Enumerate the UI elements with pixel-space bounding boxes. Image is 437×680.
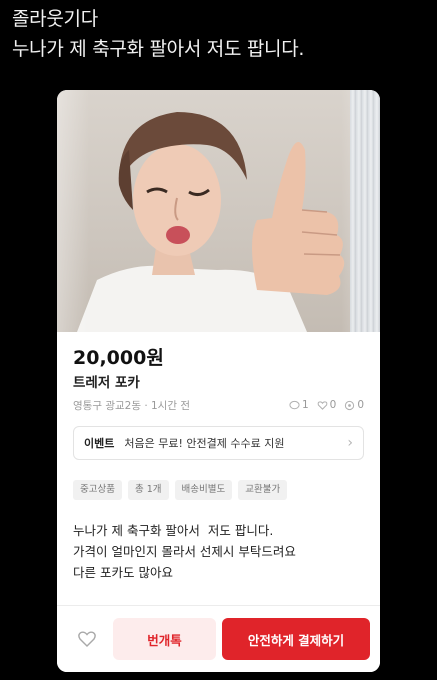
like-count-value: 0 <box>329 399 337 411</box>
like-count: 0 <box>317 399 337 411</box>
heart-small-icon <box>317 400 327 410</box>
photocard-sleeve-shine <box>57 90 380 332</box>
listing-meta: 영통구 광교2동 · 1시간 전 1 0 0 <box>73 394 364 416</box>
listing-info: 20,000원 트레저 포카 영통구 광교2동 · 1시간 전 1 0 0 이벤… <box>57 344 380 583</box>
chat-button[interactable]: 번개톡 <box>113 618 216 660</box>
listing-price: 20,000원 <box>73 347 164 369</box>
post-caption: 졸라웃기다 누나가 제 축구화 팔아서 저도 팝니다. <box>12 4 304 64</box>
listing-stats: 1 0 0 <box>289 399 364 411</box>
listing-title: 트레저 포카 <box>73 375 140 391</box>
tag-shipping: 배송비별도 <box>174 480 233 500</box>
tag-condition: 중고상품 <box>73 480 122 500</box>
listing-card: 20,000원 트레저 포카 영통구 광교2동 · 1시간 전 1 0 0 이벤… <box>57 90 380 672</box>
like-heart-glyph <box>78 631 96 647</box>
heart-outline-icon[interactable] <box>67 619 107 659</box>
listing-description: 누나가 제 축구화 팔아서 저도 팝니다. 가격이 얼마인지 몰라서 선제시 부… <box>73 523 296 580</box>
event-banner[interactable]: 이벤트 처음은 무료! 안전결제 수수료 지원 › <box>73 426 364 460</box>
tag-quantity: 총 1개 <box>127 480 169 500</box>
chevron-right-icon: › <box>347 435 353 451</box>
view-count-value: 0 <box>357 399 364 411</box>
chat-count-value: 1 <box>301 399 309 411</box>
tag-exchange: 교환불가 <box>238 480 288 500</box>
event-text: 처음은 무료! 안전결제 수수료 지원 <box>124 437 285 450</box>
product-photo[interactable] <box>57 90 380 332</box>
listing-location-time: 영통구 광교2동 · 1시간 전 <box>73 399 190 412</box>
photocard-sleeve-edge <box>350 90 380 332</box>
event-tag: 이벤트 <box>84 437 115 450</box>
eye-icon <box>345 400 355 410</box>
listing-tags: 중고상품 총 1개 배송비별도 교환불가 <box>73 480 364 500</box>
caption-line-1: 졸라웃기다 <box>12 8 98 30</box>
action-bar: 번개톡 안전하게 결제하기 <box>57 605 380 672</box>
view-count: 0 <box>344 399 364 411</box>
safe-pay-button[interactable]: 안전하게 결제하기 <box>222 618 370 660</box>
chat-bubble-icon <box>289 400 300 409</box>
chat-count: 1 <box>289 399 309 411</box>
caption-line-2: 누나가 제 축구화 팔아서 저도 팝니다. <box>12 38 305 60</box>
